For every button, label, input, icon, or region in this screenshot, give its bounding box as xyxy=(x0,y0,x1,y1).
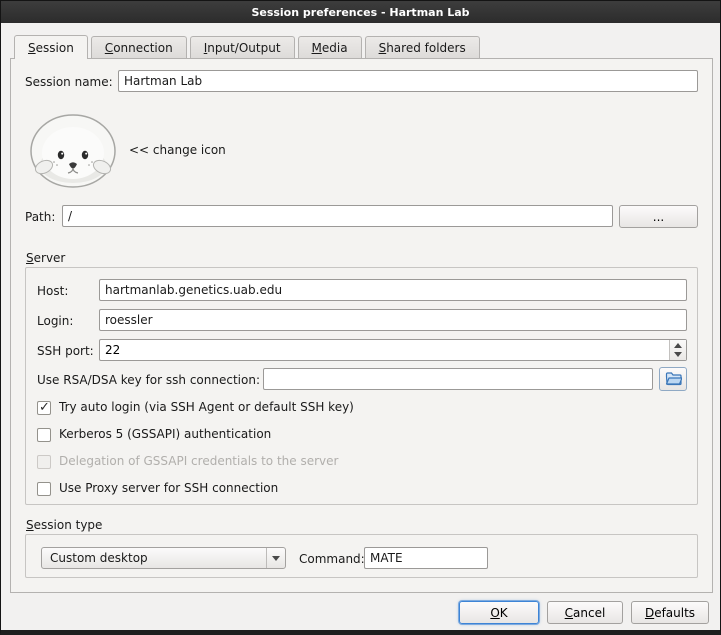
session-type-combo[interactable]: Custom desktop xyxy=(41,547,286,569)
folder-icon xyxy=(665,372,682,386)
session-icon[interactable] xyxy=(28,109,118,189)
ok-button[interactable]: OK xyxy=(459,601,539,624)
session-preferences-dialog: Session preferences - Hartman Lab Sessio… xyxy=(0,0,721,635)
gssapi-delegation-checkbox xyxy=(37,455,51,469)
auto-login-label: Try auto login (via SSH Agent or default… xyxy=(59,400,354,415)
tab-shared-folders[interactable]: Shared folders xyxy=(365,36,480,58)
defaults-button[interactable]: Defaults xyxy=(631,601,709,624)
tab-session-label: Session xyxy=(28,41,74,55)
rsa-key-browse-button[interactable] xyxy=(659,367,687,391)
spin-arrows xyxy=(669,340,686,360)
tab-bar: Session Connection Input/Output Media Sh… xyxy=(14,36,480,59)
session-type-value: Custom desktop xyxy=(42,551,266,565)
path-browse-button[interactable]: ... xyxy=(619,205,698,228)
login-input[interactable] xyxy=(99,309,687,331)
gssapi-delegation-checkbox-row: Delegation of GSSAPI credentials to the … xyxy=(37,454,338,469)
ssh-port-label: SSH port: xyxy=(37,344,94,359)
kerberos-label: Kerberos 5 (GSSAPI) authentication xyxy=(59,427,271,442)
change-icon-hint: << change icon xyxy=(129,143,226,158)
session-name-input[interactable] xyxy=(118,70,698,92)
tab-input-output-label: Input/Output xyxy=(204,41,281,55)
tab-media[interactable]: Media xyxy=(298,36,362,58)
titlebar[interactable]: Session preferences - Hartman Lab xyxy=(1,1,720,23)
window-title: Session preferences - Hartman Lab xyxy=(251,6,469,19)
tab-session[interactable]: Session xyxy=(14,35,88,59)
host-label: Host: xyxy=(37,284,68,299)
command-input[interactable] xyxy=(364,547,488,569)
proxy-checkbox[interactable] xyxy=(37,482,51,496)
kerberos-checkbox[interactable] xyxy=(37,428,51,442)
tab-shared-folders-label: Shared folders xyxy=(379,41,466,55)
chevron-down-icon xyxy=(266,548,285,568)
cancel-button[interactable]: Cancel xyxy=(547,601,623,624)
session-name-label: Session name: xyxy=(25,75,113,90)
cancel-button-label: Cancel xyxy=(565,606,606,620)
gssapi-delegation-label: Delegation of GSSAPI credentials to the … xyxy=(59,454,338,469)
seal-icon xyxy=(28,109,118,189)
defaults-button-label: Defaults xyxy=(645,606,695,620)
proxy-label: Use Proxy server for SSH connection xyxy=(59,481,278,496)
login-label: Login: xyxy=(37,314,73,329)
session-type-group-label: Session type xyxy=(26,518,102,533)
ssh-port-input[interactable] xyxy=(100,340,668,360)
tab-media-label: Media xyxy=(312,41,348,55)
rsa-key-label: Use RSA/DSA key for ssh connection: xyxy=(37,373,260,388)
rsa-key-input[interactable] xyxy=(263,368,653,390)
spin-down-icon[interactable] xyxy=(674,352,682,357)
spin-up-icon[interactable] xyxy=(674,343,682,348)
proxy-checkbox-row[interactable]: Use Proxy server for SSH connection xyxy=(37,481,278,496)
ssh-port-spinbox xyxy=(99,339,687,361)
auto-login-checkbox[interactable] xyxy=(37,401,51,415)
command-label: Command: xyxy=(299,552,365,567)
path-browse-label: ... xyxy=(653,210,664,224)
kerberos-checkbox-row[interactable]: Kerberos 5 (GSSAPI) authentication xyxy=(37,427,271,442)
tab-input-output[interactable]: Input/Output xyxy=(190,36,295,58)
host-input[interactable] xyxy=(99,279,687,301)
auto-login-checkbox-row[interactable]: Try auto login (via SSH Agent or default… xyxy=(37,400,354,415)
path-label: Path: xyxy=(25,210,55,225)
tab-connection-label: Connection xyxy=(105,41,173,55)
server-group-label: Server xyxy=(26,251,65,266)
path-input[interactable] xyxy=(62,205,613,227)
tab-connection[interactable]: Connection xyxy=(91,36,187,58)
ok-button-label: OK xyxy=(490,606,507,620)
